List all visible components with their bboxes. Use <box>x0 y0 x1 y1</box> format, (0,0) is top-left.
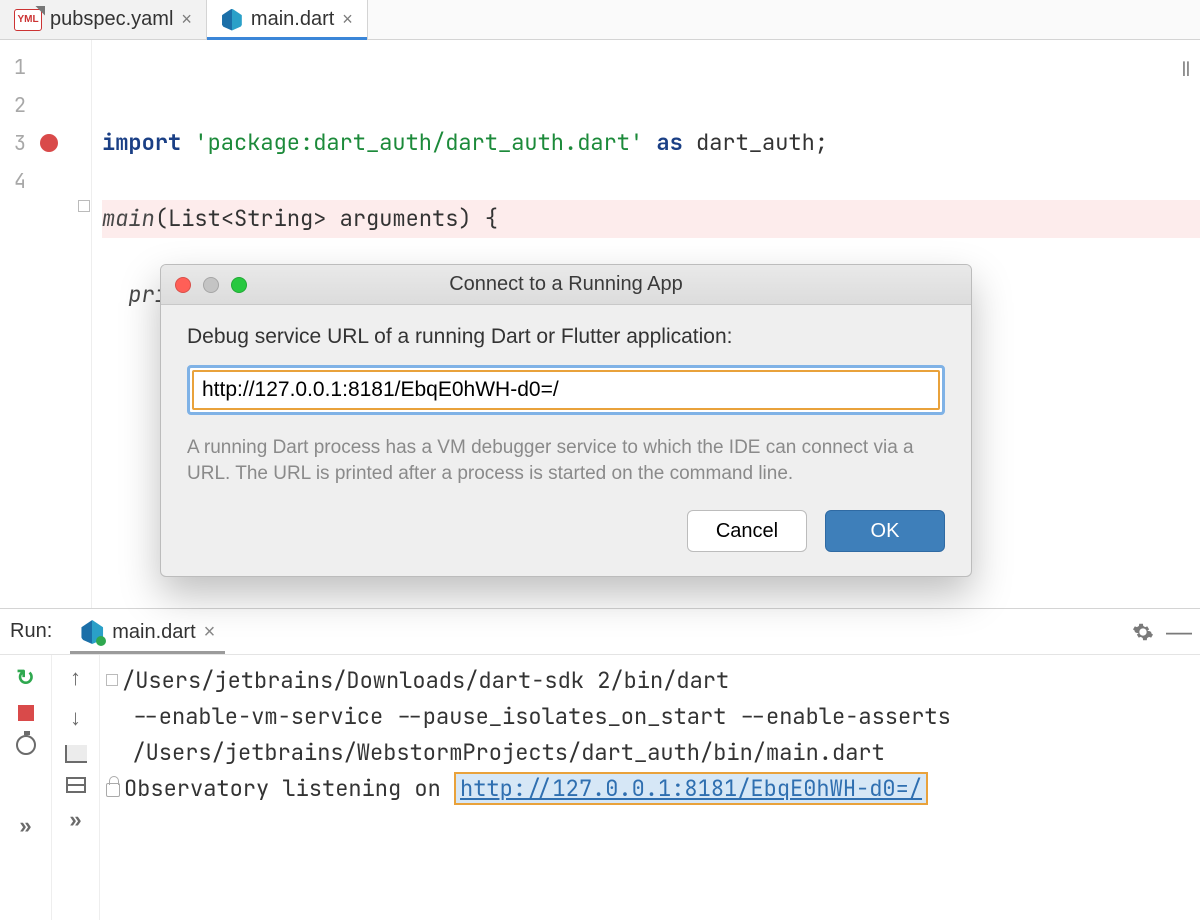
gutter-line-1[interactable]: 1 <box>0 48 91 86</box>
window-zoom-icon[interactable] <box>231 277 247 293</box>
tab-pubspec[interactable]: YML pubspec.yaml × <box>0 0 207 39</box>
soft-wrap-icon[interactable] <box>65 745 87 763</box>
window-controls <box>175 277 247 293</box>
rerun-icon[interactable]: ↻ <box>16 665 34 691</box>
run-tab-label: main.dart <box>112 621 195 644</box>
dialog-titlebar[interactable]: Connect to a Running App <box>161 265 971 305</box>
run-panel-title: Run: <box>10 620 52 643</box>
editor-tabbar: YML pubspec.yaml × main.dart × <box>0 0 1200 40</box>
stop-icon[interactable] <box>18 705 34 721</box>
close-icon[interactable]: × <box>181 9 192 30</box>
debug-url-input[interactable] <box>192 370 940 410</box>
fold-icon[interactable] <box>106 674 118 686</box>
observatory-link[interactable]: http://127.0.0.1:8181/EbqE0hWH-d0=/ <box>454 772 928 805</box>
run-tab-main-dart[interactable]: main.dart × <box>70 609 225 654</box>
yaml-file-icon: YML <box>14 9 42 31</box>
run-header: Run: main.dart × — <box>0 609 1200 655</box>
scroll-to-end-icon[interactable] <box>66 777 86 793</box>
dialog-prompt-label: Debug service URL of a running Dart or F… <box>187 325 945 349</box>
pause-icon[interactable]: ∥ <box>1180 50 1194 88</box>
run-tool-window: Run: main.dart × — ↻ » ↑ ↓ <box>0 608 1200 920</box>
editor-area: 1 2 3 4 ∥ import 'package:dart_auth/dart… <box>0 40 1200 608</box>
run-console[interactable]: /Users/jetbrains/Downloads/dart-sdk 2/bi… <box>100 655 1200 920</box>
fold-icon[interactable] <box>78 200 90 212</box>
dialog-help-text: A running Dart process has a VM debugger… <box>187 435 945 486</box>
connect-running-app-dialog: Connect to a Running App Debug service U… <box>160 264 972 577</box>
hide-panel-icon[interactable]: — <box>1166 616 1190 647</box>
lock-icon <box>106 783 120 797</box>
tab-label: pubspec.yaml <box>50 8 173 31</box>
ok-button[interactable]: OK <box>825 510 945 552</box>
dialog-input-focus-ring <box>187 365 945 415</box>
close-icon[interactable]: × <box>204 621 216 644</box>
dart-file-icon <box>221 9 243 31</box>
run-body: ↻ » ↑ ↓ » /Users/jetbrains/Downloads/dar… <box>0 655 1200 920</box>
dart-run-config-icon <box>80 620 104 644</box>
tab-main-dart[interactable]: main.dart × <box>207 0 368 39</box>
tab-label: main.dart <box>251 8 334 31</box>
window-minimize-icon <box>203 277 219 293</box>
dialog-button-row: Cancel OK <box>187 510 945 552</box>
gutter-line-3[interactable]: 3 <box>0 124 91 162</box>
expand-icon[interactable]: » <box>19 813 31 839</box>
dialog-title: Connect to a Running App <box>161 273 971 296</box>
window-close-icon[interactable] <box>175 277 191 293</box>
gear-icon[interactable] <box>1132 621 1154 643</box>
expand-icon[interactable]: » <box>69 807 81 833</box>
gutter-line-2[interactable]: 2 <box>0 86 91 124</box>
run-toolbar-console: ↑ ↓ » <box>52 655 100 920</box>
breakpoint-icon[interactable] <box>40 134 58 152</box>
gutter-line-4[interactable]: 4 <box>0 162 91 200</box>
scroll-up-icon[interactable]: ↑ <box>70 665 81 691</box>
ide-window: YML pubspec.yaml × main.dart × 1 2 3 4 ∥… <box>0 0 1200 920</box>
profiler-icon[interactable] <box>16 735 36 755</box>
run-toolbar-left: ↻ » <box>0 655 52 920</box>
scroll-down-icon[interactable]: ↓ <box>70 705 81 731</box>
close-icon[interactable]: × <box>342 9 353 30</box>
dialog-body: Debug service URL of a running Dart or F… <box>161 305 971 576</box>
cancel-button[interactable]: Cancel <box>687 510 807 552</box>
editor-gutter[interactable]: 1 2 3 4 <box>0 40 92 608</box>
